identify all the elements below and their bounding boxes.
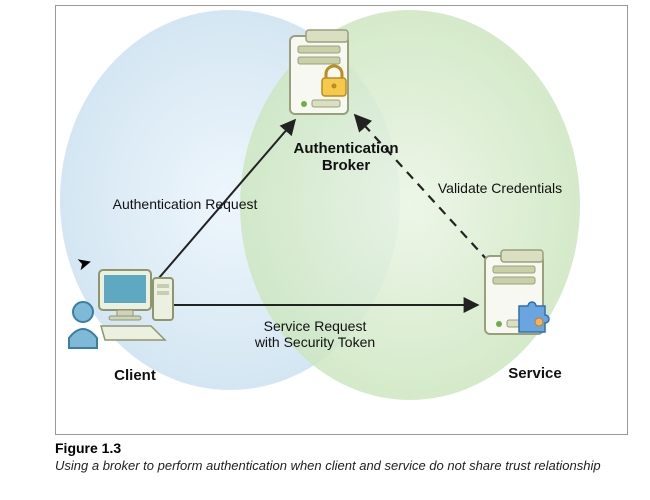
edge-label-validate: Validate Credentials <box>415 180 585 196</box>
caption-title: Figure 1.3 <box>55 440 626 456</box>
edge-label-auth-request: Authentication Request <box>95 196 275 212</box>
edge-label-service-request-line2: with Security Token <box>255 334 375 350</box>
edge-label-service-request-line1: Service Request <box>264 318 367 334</box>
broker-label: AuthenticationBroker <box>276 140 416 175</box>
puzzle-icon <box>519 302 549 332</box>
caption-text: Using a broker to perform authentication… <box>55 458 626 473</box>
service-label: Service <box>495 365 575 382</box>
broker-server-icon <box>290 30 348 114</box>
user-icon <box>69 302 97 348</box>
edge-label-service-request: Service Request with Security Token <box>225 318 405 350</box>
figure-caption: Figure 1.3 Using a broker to perform aut… <box>55 440 626 473</box>
service-icon <box>485 250 549 334</box>
client-label: Client <box>100 367 170 384</box>
